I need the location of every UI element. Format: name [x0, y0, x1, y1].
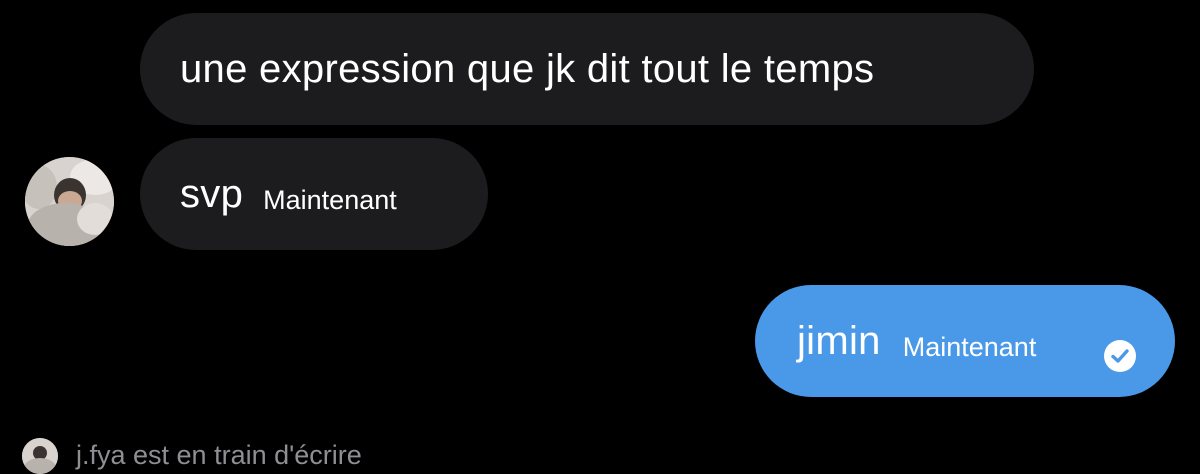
check-circle-icon — [1104, 340, 1136, 372]
typing-avatar — [22, 438, 58, 474]
typing-indicator: j.fya est en train d'écrire — [76, 440, 362, 470]
avatar-photo-icon — [22, 438, 58, 474]
message-bubble-incoming[interactable]: une expression que jk dit tout le temps — [140, 13, 1034, 125]
contact-avatar[interactable] — [25, 157, 114, 246]
message-bubble-incoming[interactable]: svp Maintenant — [140, 138, 488, 250]
message-text: svp — [180, 171, 244, 216]
avatar-photo-icon — [25, 157, 114, 246]
message-text: une expression que jk dit tout le temps — [180, 46, 875, 91]
message-timestamp: Maintenant — [902, 331, 1037, 362]
message-timestamp: Maintenant — [263, 184, 397, 215]
message-text: jimin — [797, 318, 881, 363]
